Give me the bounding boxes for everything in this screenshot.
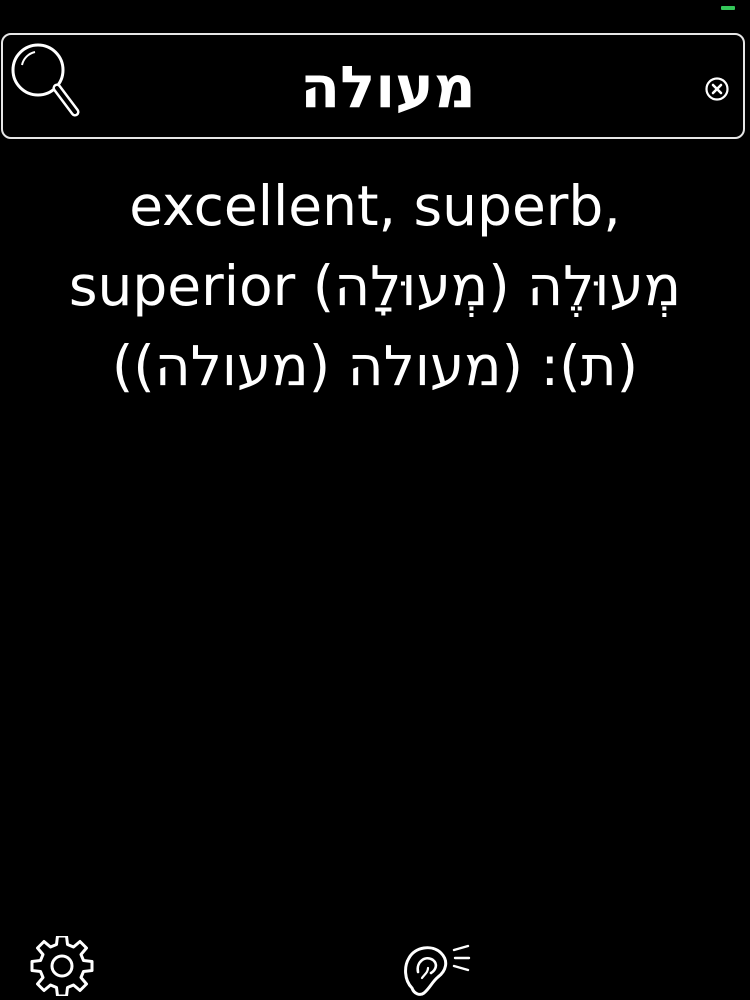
search-input[interactable]: [93, 45, 683, 129]
battery-indicator: [721, 6, 735, 10]
search-icon[interactable]: [8, 38, 80, 118]
ear-icon[interactable]: [398, 936, 474, 996]
gear-icon[interactable]: [20, 936, 104, 996]
clear-search-button[interactable]: [704, 76, 730, 102]
definition-text: excellent, superb, superior מְעוּלֶה (מְ…: [68, 174, 682, 398]
search-bar: [1, 33, 745, 139]
